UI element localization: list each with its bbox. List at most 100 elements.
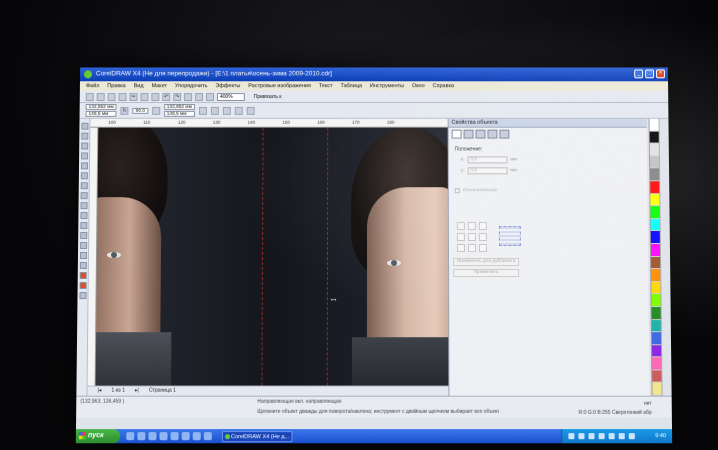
save-icon[interactable] bbox=[107, 92, 116, 101]
ellipse-tool-icon[interactable] bbox=[80, 192, 88, 200]
tray-icon[interactable] bbox=[628, 433, 635, 440]
palette-swatch[interactable] bbox=[651, 294, 661, 307]
to-front-icon[interactable] bbox=[246, 106, 255, 115]
quick-launch-icon[interactable] bbox=[137, 432, 146, 441]
smart-fill-icon[interactable] bbox=[80, 172, 88, 180]
connector-tool-icon[interactable] bbox=[79, 252, 87, 259]
horizontal-ruler[interactable]: 100 110 120 130 140 150 160 170 180 bbox=[90, 118, 448, 128]
palette-swatch[interactable] bbox=[652, 370, 662, 384]
quick-launch-icon[interactable] bbox=[203, 432, 212, 441]
undo-icon[interactable]: ↶ bbox=[162, 92, 171, 101]
anchor-grid[interactable] bbox=[456, 222, 487, 253]
palette-swatch[interactable] bbox=[649, 118, 659, 132]
tray-icon[interactable] bbox=[578, 433, 585, 440]
height-field[interactable]: 148,5 мм bbox=[163, 110, 195, 117]
wrap-text-icon[interactable] bbox=[234, 106, 243, 115]
minimize-icon[interactable]: _ bbox=[634, 69, 644, 79]
redo-icon[interactable]: ↷ bbox=[173, 92, 182, 101]
menu-bitmaps[interactable]: Растровые изображения bbox=[248, 81, 311, 91]
x-position-field[interactable]: 132,852 мм bbox=[85, 103, 117, 110]
palette-swatch[interactable] bbox=[650, 206, 660, 219]
checkbox-icon[interactable] bbox=[454, 188, 460, 194]
cut-icon[interactable]: ✂ bbox=[129, 92, 138, 101]
palette-swatch[interactable] bbox=[651, 319, 661, 333]
guideline[interactable] bbox=[326, 127, 329, 386]
palette-swatch[interactable] bbox=[651, 332, 662, 345]
blend-tool-icon[interactable] bbox=[79, 261, 87, 269]
rectangle-tool-icon[interactable] bbox=[80, 182, 88, 190]
palette-swatch[interactable] bbox=[651, 281, 661, 295]
tray-icon[interactable] bbox=[568, 433, 575, 440]
apply-to-duplicate-button[interactable]: Применить для дубликата bbox=[453, 257, 520, 266]
docker-x-field[interactable]: 0,0 bbox=[467, 156, 508, 164]
new-icon[interactable] bbox=[85, 92, 94, 101]
palette-swatch[interactable] bbox=[650, 218, 660, 232]
lock-ratio-icon[interactable] bbox=[198, 106, 207, 115]
print-icon[interactable] bbox=[118, 92, 127, 101]
dimension-tool-icon[interactable] bbox=[79, 242, 87, 250]
tab-internet-icon[interactable] bbox=[487, 129, 498, 139]
paste-icon[interactable] bbox=[151, 92, 160, 101]
snap-to-label[interactable]: Привязать к bbox=[254, 94, 282, 100]
drawing-canvas[interactable]: ↔ bbox=[95, 127, 449, 386]
export-icon[interactable] bbox=[195, 92, 204, 101]
palette-swatch[interactable] bbox=[650, 243, 661, 257]
menu-help[interactable]: Справка bbox=[433, 81, 454, 91]
palette-swatch[interactable] bbox=[652, 383, 662, 396]
mirror-icon[interactable] bbox=[151, 106, 160, 115]
palette-swatch[interactable] bbox=[650, 193, 660, 207]
copy-icon[interactable] bbox=[140, 92, 149, 101]
start-button[interactable]: пуск bbox=[75, 429, 121, 444]
app-launcher-icon[interactable] bbox=[206, 92, 215, 101]
palette-swatch[interactable] bbox=[650, 181, 660, 194]
quick-launch-icon[interactable] bbox=[181, 432, 190, 441]
width-field[interactable]: 132,852 мм bbox=[163, 103, 195, 110]
docker-y-field[interactable]: 0,0 bbox=[467, 167, 508, 175]
relative-checkbox[interactable]: Относительное bbox=[449, 188, 648, 194]
trace-bitmap-icon[interactable] bbox=[222, 106, 231, 115]
quick-launch-icon[interactable] bbox=[159, 432, 168, 441]
freehand-tool-icon[interactable] bbox=[80, 162, 88, 170]
page-first-icon[interactable]: |◂ bbox=[97, 387, 102, 396]
y-position-field[interactable]: 148,5 мм bbox=[85, 110, 117, 117]
tab-general-icon[interactable] bbox=[475, 129, 486, 139]
tab-summary-icon[interactable] bbox=[499, 129, 510, 139]
clock[interactable]: 9:40 bbox=[655, 433, 666, 439]
palette-swatch[interactable] bbox=[651, 306, 661, 320]
tray-icon[interactable] bbox=[588, 433, 595, 440]
close-icon[interactable]: × bbox=[655, 69, 666, 79]
palette-swatch[interactable] bbox=[649, 131, 659, 144]
palette-swatch[interactable] bbox=[651, 344, 662, 358]
menu-tools[interactable]: Инструменты bbox=[370, 81, 404, 91]
page-tab[interactable]: Страница 1 bbox=[149, 387, 176, 396]
shape-tool-icon[interactable] bbox=[80, 132, 88, 140]
menu-layout[interactable]: Макет bbox=[151, 81, 168, 91]
guideline[interactable] bbox=[261, 127, 264, 386]
palette-swatch[interactable] bbox=[652, 357, 662, 371]
palette-swatch[interactable] bbox=[649, 156, 660, 169]
eyedropper-icon[interactable] bbox=[79, 272, 87, 280]
maximize-icon[interactable]: □ bbox=[645, 69, 655, 79]
zoom-tool-icon[interactable] bbox=[80, 152, 88, 160]
tab-fill-icon[interactable] bbox=[451, 129, 462, 139]
menu-window[interactable]: Окно bbox=[412, 81, 425, 91]
quick-launch-icon[interactable] bbox=[126, 432, 135, 441]
menu-table[interactable]: Таблица bbox=[341, 81, 362, 91]
outline-tool-icon[interactable] bbox=[79, 282, 87, 290]
quick-launch-icon[interactable] bbox=[148, 432, 157, 441]
palette-swatch[interactable] bbox=[650, 168, 660, 182]
page-last-icon[interactable]: ▸| bbox=[135, 387, 139, 396]
menu-arrange[interactable]: Упорядочить bbox=[175, 81, 208, 91]
menu-view[interactable]: Вид bbox=[134, 81, 144, 91]
import-icon[interactable] bbox=[184, 92, 193, 101]
apply-button[interactable]: Применить bbox=[453, 268, 520, 278]
edit-bitmap-icon[interactable] bbox=[210, 106, 219, 115]
table-tool-icon[interactable] bbox=[79, 232, 87, 240]
taskbar-coreldraw-item[interactable]: CorelDRAW X4 (Не д... bbox=[221, 430, 293, 442]
tray-icon[interactable] bbox=[598, 433, 605, 440]
tray-icon[interactable] bbox=[608, 433, 615, 440]
palette-swatch[interactable] bbox=[651, 269, 661, 282]
palette-swatch[interactable] bbox=[649, 143, 659, 157]
tab-outline-icon[interactable] bbox=[463, 129, 474, 139]
fill-tool-icon[interactable] bbox=[78, 292, 87, 300]
